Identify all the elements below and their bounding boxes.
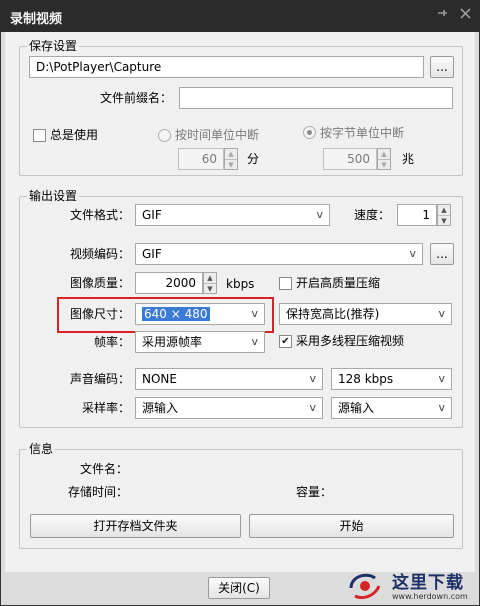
sample-rate-select[interactable]: 源输入 v bbox=[135, 397, 323, 419]
save-settings-title: 保存设置 bbox=[27, 39, 80, 53]
open-folder-button[interactable]: 打开存档文件夹 bbox=[30, 514, 241, 538]
quality-label: 图像质量： bbox=[69, 276, 130, 290]
chevron-down-icon: v bbox=[309, 401, 316, 414]
aspect-ratio-select[interactable]: 保持宽高比(推荐) v bbox=[279, 303, 452, 325]
speed-label: 速度： bbox=[353, 208, 390, 222]
chevron-down-icon: v bbox=[438, 401, 445, 414]
chevron-down-icon: v bbox=[251, 307, 258, 320]
size-label: 容量： bbox=[296, 485, 333, 499]
prefix-label: 文件前缀名： bbox=[99, 91, 172, 105]
chevron-down-icon: v bbox=[309, 372, 316, 385]
by-time-radio[interactable] bbox=[158, 129, 171, 142]
title-bar[interactable] bbox=[0, 0, 480, 32]
always-use-checkbox[interactable] bbox=[33, 129, 46, 142]
audio-codec-value: NONE bbox=[142, 372, 177, 386]
size-interval-input[interactable]: 500 bbox=[323, 148, 377, 170]
time-interval-stepper[interactable]: ▲ ▼ bbox=[224, 148, 238, 170]
start-button[interactable]: 开始 bbox=[249, 514, 454, 538]
audio-codec-label: 声音编码： bbox=[69, 372, 130, 386]
image-size-select[interactable]: 640 × 480 v bbox=[135, 303, 265, 325]
format-value: GIF bbox=[142, 208, 162, 222]
size-unit-label: 兆 bbox=[402, 152, 415, 166]
sample-rate-label: 采样率： bbox=[81, 401, 130, 415]
close-button[interactable]: 关闭(C) bbox=[208, 577, 270, 599]
channels-value: 源输入 bbox=[338, 401, 375, 415]
prefix-input[interactable] bbox=[179, 87, 453, 109]
watermark-url: www.herdown.com bbox=[392, 592, 468, 601]
speed-stepper[interactable]: ▲ ▼ bbox=[437, 204, 451, 226]
quality-input[interactable]: 2000 bbox=[135, 272, 203, 294]
format-select[interactable]: GIF v bbox=[135, 204, 330, 226]
sample-rate-value: 源输入 bbox=[142, 401, 179, 415]
aspect-ratio-value: 保持宽高比(推荐) bbox=[286, 307, 380, 321]
audio-bitrate-value: 128 kbps bbox=[338, 372, 394, 386]
pin-icon[interactable] bbox=[432, 6, 452, 26]
video-codec-value: GIF bbox=[142, 247, 162, 261]
chevron-down-icon: v bbox=[251, 335, 258, 348]
quality-stepper[interactable]: ▲ ▼ bbox=[203, 272, 217, 294]
audio-bitrate-select[interactable]: 128 kbps v bbox=[331, 368, 452, 390]
chevron-down-icon: v bbox=[316, 208, 323, 221]
watermark-text: 这里下载 bbox=[392, 573, 464, 593]
hq-compress-checkbox[interactable] bbox=[279, 277, 292, 290]
close-icon[interactable] bbox=[455, 6, 475, 26]
output-settings-title: 输出设置 bbox=[27, 189, 80, 203]
storage-time-label: 存储时间： bbox=[67, 485, 128, 499]
filename-label: 文件名： bbox=[79, 462, 128, 476]
save-path-field[interactable]: D:\PotPlayer\Capture bbox=[29, 56, 424, 78]
time-unit-label: 分 bbox=[247, 152, 260, 166]
quality-unit: kbps bbox=[226, 277, 255, 291]
fps-label: 帧率： bbox=[93, 335, 130, 349]
fps-value: 采用源帧率 bbox=[142, 335, 203, 349]
chevron-down-icon: v bbox=[409, 247, 416, 260]
fps-select[interactable]: 采用源帧率 v bbox=[135, 331, 265, 353]
by-time-label: 按时间单位中断 bbox=[175, 128, 260, 142]
speed-input[interactable]: 1 bbox=[397, 204, 437, 226]
channels-select[interactable]: 源输入 v bbox=[331, 397, 452, 419]
video-codec-select[interactable]: GIF v bbox=[135, 243, 423, 265]
watermark-logo bbox=[345, 566, 385, 602]
size-interval-stepper[interactable]: ▲ ▼ bbox=[377, 148, 391, 170]
multithread-label: 采用多线程压缩视频 bbox=[296, 334, 405, 348]
chevron-down-icon: v bbox=[438, 307, 445, 320]
audio-codec-select[interactable]: NONE v bbox=[135, 368, 323, 390]
window-title: 录制视频 bbox=[10, 12, 63, 27]
always-use-label: 总是使用 bbox=[50, 128, 99, 142]
time-interval-input[interactable]: 60 bbox=[178, 148, 224, 170]
multithread-checkbox[interactable]: ✔ bbox=[279, 335, 292, 348]
browse-path-button[interactable]: ... bbox=[430, 56, 454, 78]
format-label: 文件格式： bbox=[69, 208, 130, 222]
video-codec-label: 视频编码： bbox=[69, 247, 130, 261]
by-size-radio[interactable] bbox=[303, 126, 316, 139]
image-size-value: 640 × 480 bbox=[142, 307, 210, 321]
info-title: 信息 bbox=[27, 442, 56, 456]
chevron-down-icon: v bbox=[438, 372, 445, 385]
hq-compress-label: 开启高质量压缩 bbox=[296, 276, 381, 290]
image-size-label: 图像尺寸： bbox=[69, 307, 130, 321]
by-size-label: 按字节单位中断 bbox=[320, 126, 405, 140]
codec-settings-button[interactable]: ... bbox=[430, 243, 454, 265]
checkmark-icon: ✔ bbox=[281, 336, 290, 347]
